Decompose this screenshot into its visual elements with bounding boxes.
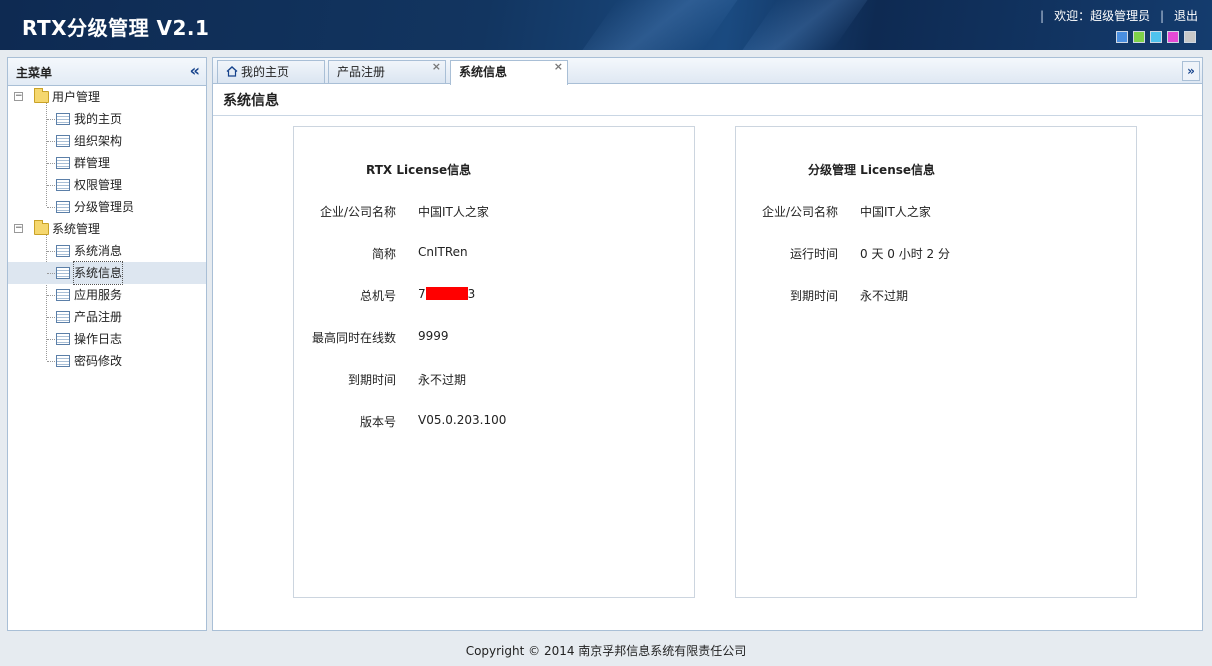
theme-swatch-cyan[interactable] (1150, 31, 1162, 43)
field-label: 到期时间 (347, 373, 396, 387)
page-icon (56, 135, 70, 147)
tab-label: 我的主页 (241, 65, 290, 79)
menu-item-my-home[interactable]: 我的主页 (8, 108, 206, 130)
page-icon (56, 179, 70, 191)
menu-tree: − 用户管理 我的主页 组织架构 群管理 权限管理 分级管理员 − 系统管理 系… (8, 86, 206, 372)
close-icon[interactable]: × (432, 56, 441, 78)
card-title: RTX License信息 (366, 163, 472, 177)
redaction-bar (425, 287, 468, 300)
page-icon (56, 245, 70, 257)
menu-item-label: 系统信息 (72, 261, 124, 285)
menu-item-label: 密码修改 (74, 354, 123, 368)
rtx-license-card: RTX License信息 企业/公司名称 中国IT人之家 简称 CnITRen… (293, 126, 695, 598)
theme-swatch-pink[interactable] (1167, 31, 1179, 43)
page-icon (56, 355, 70, 367)
theme-swatch-green[interactable] (1133, 31, 1145, 43)
home-icon (226, 66, 238, 77)
main-menu-header: 主菜单 « (8, 58, 206, 86)
grade-license-card: 分级管理 License信息 企业/公司名称 中国IT人之家 运行时间 0 天 … (735, 126, 1137, 598)
header-decoration (742, 0, 868, 50)
field-label: 版本号 (359, 415, 396, 429)
page-icon (56, 333, 70, 345)
tab-label: 系统信息 (459, 65, 508, 79)
main-content-panel: 我的主页 产品注册 × 系统信息 × » 系统信息 RTX License信息 … (212, 57, 1203, 631)
field-value: 中国IT人之家 (860, 205, 931, 219)
field-value: 永不过期 (860, 289, 909, 303)
menu-item-label: 权限管理 (74, 178, 123, 192)
tree-group-system-management[interactable]: − 系统管理 (8, 218, 206, 240)
switchboard-number-value: 73 (418, 287, 475, 301)
close-icon[interactable]: × (554, 56, 563, 78)
page-icon (56, 267, 70, 279)
tab-system-info[interactable]: 系统信息 × (450, 60, 568, 85)
menu-item-label: 群管理 (74, 156, 111, 170)
page-icon (56, 201, 70, 213)
app-header: RTX分级管理 V2.1 | 欢迎：超级管理员 | 退出 (0, 0, 1212, 50)
field-label: 简称 (371, 247, 396, 261)
tab-bar: 我的主页 产品注册 × 系统信息 × » (213, 58, 1202, 85)
field-value: V05.0.203.100 (418, 413, 507, 427)
folder-icon (34, 220, 49, 235)
menu-item-grade-admin[interactable]: 分级管理员 (8, 196, 206, 218)
menu-item-label: 系统消息 (74, 244, 123, 258)
value-prefix: 7 (418, 287, 426, 301)
card-title: 分级管理 License信息 (808, 163, 936, 177)
page-icon (56, 289, 70, 301)
app-title: RTX分级管理 V2.1 (22, 16, 210, 40)
logout-link[interactable]: 退出 (1174, 9, 1198, 23)
menu-item-operation-log[interactable]: 操作日志 (8, 328, 206, 350)
field-value: 0 天 0 小时 2 分 (860, 247, 950, 261)
menu-item-label: 组织架构 (74, 134, 123, 148)
menu-item-product-registration[interactable]: 产品注册 (8, 306, 206, 328)
header-decoration (582, 0, 738, 50)
field-label: 总机号 (359, 289, 396, 303)
welcome-text: 欢迎：超级管理员 (1054, 9, 1151, 23)
page-icon (56, 311, 70, 323)
menu-item-app-services[interactable]: 应用服务 (8, 284, 206, 306)
main-menu-title: 主菜单 (16, 66, 53, 80)
page-title: 系统信息 (223, 93, 279, 109)
field-label: 到期时间 (789, 289, 838, 303)
divider (213, 115, 1202, 116)
footer-copyright: Copyright © 2014 南京孚邦信息系统有限责任公司 (465, 644, 747, 658)
folder-icon (34, 88, 49, 103)
field-value: CnITRen (418, 245, 468, 259)
theme-swatch-blue[interactable] (1116, 31, 1128, 43)
menu-item-system-info[interactable]: 系统信息 (8, 261, 206, 285)
value-suffix: 3 (467, 287, 476, 301)
field-value: 9999 (418, 329, 449, 343)
double-chevron-left-icon[interactable]: « (190, 61, 200, 80)
menu-item-label: 应用服务 (74, 288, 123, 302)
field-label: 最高同时在线数 (311, 331, 396, 345)
double-chevron-down-icon[interactable]: » (1182, 61, 1200, 81)
theme-swatch-gray[interactable] (1184, 31, 1196, 43)
tab-my-home[interactable]: 我的主页 (217, 60, 325, 83)
field-label: 企业/公司名称 (761, 205, 838, 219)
collapse-toggle-icon[interactable]: − (14, 224, 23, 233)
theme-switcher (1116, 31, 1196, 43)
menu-item-label: 我的主页 (74, 112, 123, 126)
field-label: 企业/公司名称 (319, 205, 396, 219)
tab-product-registration[interactable]: 产品注册 × (328, 60, 446, 83)
field-value: 永不过期 (418, 373, 467, 387)
field-value: 中国IT人之家 (418, 205, 489, 219)
main-menu-panel: 主菜单 « − 用户管理 我的主页 组织架构 群管理 权限管理 分级管理员 − … (7, 57, 207, 631)
menu-item-system-messages[interactable]: 系统消息 (8, 240, 206, 262)
menu-item-group-management[interactable]: 群管理 (8, 152, 206, 174)
page-icon (56, 113, 70, 125)
tree-group-user-management[interactable]: − 用户管理 (8, 86, 206, 108)
menu-item-label: 分级管理员 (74, 200, 135, 214)
menu-item-label: 产品注册 (74, 310, 123, 324)
menu-item-label: 操作日志 (74, 332, 123, 346)
tree-group-label: 系统管理 (52, 222, 101, 236)
menu-item-org-structure[interactable]: 组织架构 (8, 130, 206, 152)
field-label: 运行时间 (789, 247, 838, 261)
tab-label: 产品注册 (337, 65, 386, 79)
page-icon (56, 157, 70, 169)
menu-item-change-password[interactable]: 密码修改 (8, 350, 206, 372)
user-links: | 欢迎：超级管理员 | 退出 (1040, 9, 1198, 23)
menu-item-permission-management[interactable]: 权限管理 (8, 174, 206, 196)
collapse-toggle-icon[interactable]: − (14, 92, 23, 101)
tree-group-label: 用户管理 (52, 90, 101, 104)
